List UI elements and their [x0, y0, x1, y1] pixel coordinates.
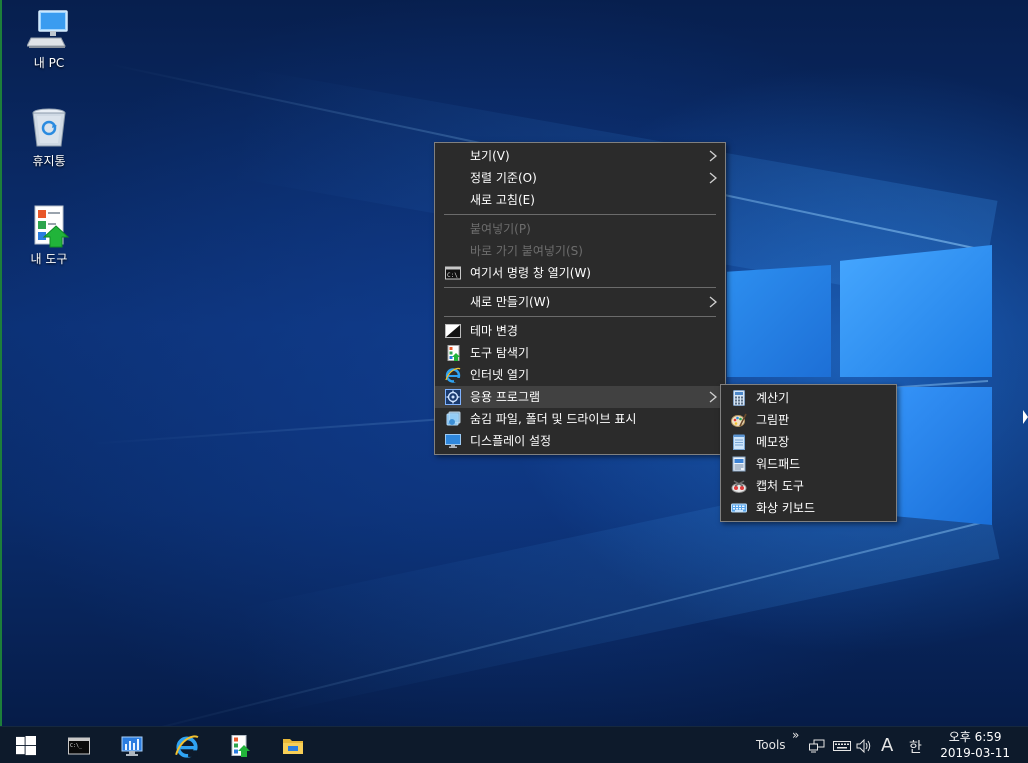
chevron-right-icon [709, 172, 717, 184]
menu-separator [444, 316, 716, 317]
network-icon[interactable] [809, 739, 825, 753]
paint-icon [731, 413, 747, 427]
menu-item-label: 새로 만들기(W) [470, 295, 551, 309]
taskbar-file-explorer[interactable] [266, 727, 318, 763]
menu-item-label: 붙여넣기(P) [470, 222, 531, 236]
submenu-item-notepad[interactable]: 메모장 [721, 431, 896, 453]
menu-item-paste-shortcut: 바로 가기 붙여넣기(S) [435, 240, 725, 262]
internet-explorer-icon [175, 735, 199, 758]
wordpad-icon [732, 456, 746, 472]
chevron-right-icon [709, 296, 717, 308]
applications-submenu: 계산기 그림판 메모장 워드패드 캡처 도구 화상 키보드 [720, 384, 897, 522]
menu-item-label: 새로 고침(E) [470, 193, 535, 207]
snipping-tool-icon [731, 480, 747, 493]
svg-text:C:\: C:\ [447, 272, 458, 279]
menu-item-sort-by[interactable]: 정렬 기준(O) [435, 167, 725, 189]
taskbar-command-prompt[interactable]: C:\_ [52, 727, 104, 763]
menu-item-label: 화상 키보드 [756, 501, 816, 515]
menu-item-label: 여기서 명령 창 열기(W) [470, 266, 591, 280]
menu-item-change-theme[interactable]: 테마 변경 [435, 320, 725, 342]
menu-item-new[interactable]: 새로 만들기(W) [435, 291, 725, 313]
desktop-context-menu: 보기(V) 정렬 기준(O) 새로 고침(E) 붙여넣기(P) 바로 가기 붙여… [434, 142, 726, 455]
performance-monitor-icon [121, 736, 143, 756]
display-icon [445, 434, 461, 448]
menu-item-show-hidden-files[interactable]: 숨김 파일, 폴더 및 드라이브 표시 [435, 408, 725, 430]
chevron-right-icon [709, 150, 717, 162]
menu-item-label: 메모장 [756, 435, 790, 449]
desktop-icon-label: 내 PC [33, 56, 65, 70]
taskbar-my-tools[interactable] [213, 727, 265, 763]
internet-explorer-icon [445, 367, 461, 383]
window-edge [0, 0, 2, 726]
calculator-icon [733, 390, 745, 406]
taskbar: C:\_ Tools » A 한 오후 6:59 2019-03-11 [0, 726, 1028, 763]
input-mode-indicator[interactable]: A [881, 735, 893, 756]
desktop-icon-label: 내 도구 [30, 252, 68, 266]
submenu-item-on-screen-keyboard[interactable]: 화상 키보드 [721, 497, 896, 519]
chevron-right-icon [709, 391, 717, 403]
menu-item-refresh[interactable]: 새로 고침(E) [435, 189, 725, 211]
taskbar-performance-monitor[interactable] [105, 727, 157, 763]
menu-item-label: 인터넷 열기 [470, 368, 530, 382]
clock-time: 오후 6:59 [948, 730, 1002, 744]
theme-icon [445, 324, 461, 338]
menu-item-label: 캡처 도구 [756, 479, 804, 493]
applications-icon [445, 389, 461, 405]
notepad-icon [733, 434, 745, 450]
menu-item-label: 테마 변경 [470, 324, 518, 338]
menu-item-paste: 붙여넣기(P) [435, 218, 725, 240]
menu-item-label: 보기(V) [470, 149, 510, 163]
menu-item-label: 디스플레이 설정 [470, 434, 552, 448]
menu-item-label: 정렬 기준(O) [470, 171, 537, 185]
wallpaper-window-pane [840, 245, 992, 377]
taskbar-clock[interactable]: 오후 6:59 2019-03-11 [940, 729, 1010, 761]
menu-item-display-settings[interactable]: 디스플레이 설정 [435, 430, 725, 452]
desktop-icon-this-pc[interactable]: 내 PC [14, 8, 84, 71]
keyboard-icon[interactable] [833, 741, 851, 751]
menu-item-open-internet[interactable]: 인터넷 열기 [435, 364, 725, 386]
menu-item-applications[interactable]: 응용 프로그램 [435, 386, 725, 408]
submenu-item-wordpad[interactable]: 워드패드 [721, 453, 896, 475]
hidden-files-icon [446, 411, 461, 426]
toolbar-overflow-chevron-icon[interactable]: » [792, 728, 799, 742]
folder-icon [283, 739, 303, 754]
command-prompt-icon: C:\ [445, 266, 461, 280]
desktop-icon-recycle-bin[interactable]: 휴지통 [14, 106, 84, 169]
submenu-item-paint[interactable]: 그림판 [721, 409, 896, 431]
menu-item-label: 계산기 [756, 391, 790, 405]
menu-item-label: 그림판 [756, 413, 790, 427]
menu-item-label: 응용 프로그램 [470, 390, 541, 404]
menu-item-label: 숨김 파일, 폴더 및 드라이브 표시 [470, 412, 637, 426]
tool-explorer-icon [447, 345, 460, 361]
svg-text:C:\_: C:\_ [70, 743, 83, 749]
my-tools-icon [27, 204, 71, 248]
my-tools-icon [231, 735, 250, 757]
menu-item-open-command-window[interactable]: C:\ 여기서 명령 창 열기(W) [435, 262, 725, 284]
menu-item-label: 도구 탐색기 [470, 346, 530, 360]
menu-separator [444, 214, 716, 215]
submenu-item-calculator[interactable]: 계산기 [721, 387, 896, 409]
start-button[interactable] [1, 727, 53, 763]
wallpaper-window-pane [727, 265, 831, 377]
submenu-item-snipping-tool[interactable]: 캡처 도구 [721, 475, 896, 497]
menu-item-label: 워드패드 [756, 457, 801, 471]
clock-date: 2019-03-11 [940, 746, 1010, 760]
computer-icon [26, 8, 71, 52]
volume-icon[interactable] [856, 739, 874, 753]
desktop-icon-my-tools[interactable]: 내 도구 [14, 204, 84, 267]
menu-separator [444, 287, 716, 288]
on-screen-keyboard-icon [731, 503, 747, 513]
desktop-icon-label: 휴지통 [32, 154, 66, 168]
tools-toolbar-label[interactable]: Tools [756, 738, 786, 752]
recycle-bin-icon [27, 106, 71, 150]
ime-language-indicator[interactable]: 한 [909, 737, 922, 757]
windows-logo-icon [16, 736, 36, 756]
menu-item-label: 바로 가기 붙여넣기(S) [470, 244, 583, 258]
menu-item-tool-explorer[interactable]: 도구 탐색기 [435, 342, 725, 364]
menu-item-view[interactable]: 보기(V) [435, 145, 725, 167]
taskbar-internet-explorer[interactable] [159, 727, 211, 763]
command-prompt-icon: C:\_ [68, 737, 90, 755]
